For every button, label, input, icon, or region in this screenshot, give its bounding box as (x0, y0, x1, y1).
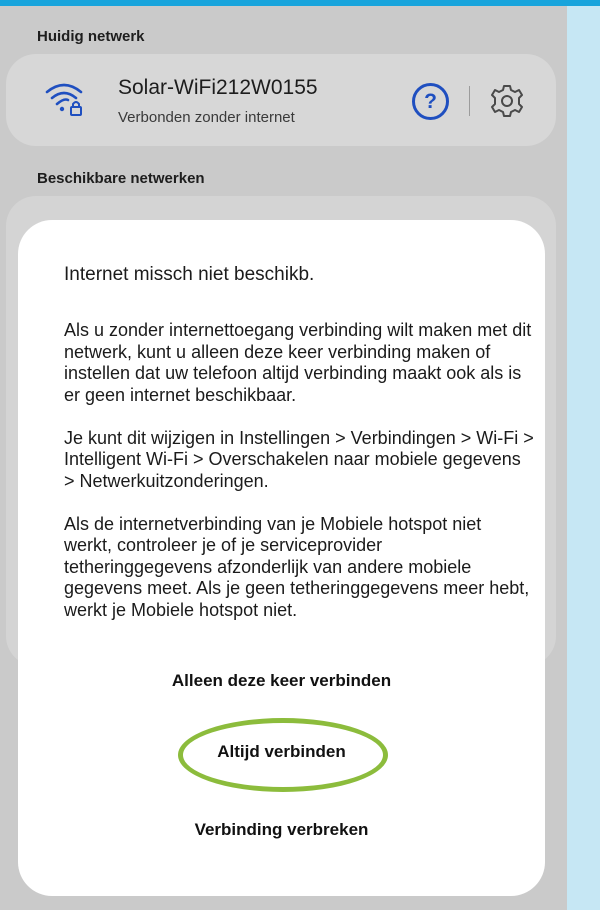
dialog-title: Internet missch niet beschikb. (64, 264, 315, 285)
divider (469, 86, 470, 116)
current-network-label: Huidig netwerk (37, 28, 145, 45)
current-network-card[interactable]: Solar-WiFi212W0155 Verbonden zonder inte… (6, 54, 556, 146)
available-networks-label: Beschikbare netwerken (37, 170, 205, 187)
dialog-paragraph: Als u zonder internettoegang verbinding … (64, 320, 532, 405)
always-connect-button[interactable]: Altijd verbinden (18, 742, 545, 762)
no-internet-dialog: Internet missch niet beschikb. Als u zon… (18, 220, 545, 896)
dialog-body: Als u zonder internettoegang verbinding … (64, 320, 534, 643)
wifi-lock-icon (45, 83, 83, 116)
dialog-paragraph: Als de internetverbinding van je Mobiele… (64, 513, 530, 620)
background-panel (567, 6, 600, 910)
connect-once-button[interactable]: Alleen deze keer verbinden (18, 671, 545, 691)
disconnect-button[interactable]: Verbinding verbreken (18, 820, 545, 840)
network-status: Verbonden zonder internet (118, 109, 295, 126)
wifi-settings-screen: Huidig netwerk Solar-WiFi212W0155 Verbon… (0, 6, 567, 910)
help-icon[interactable]: ? (412, 83, 449, 120)
dialog-paragraph: Je kunt dit wijzigen in Instellingen > V… (64, 427, 534, 491)
network-name: Solar-WiFi212W0155 (118, 76, 318, 99)
gear-icon[interactable] (490, 84, 524, 118)
